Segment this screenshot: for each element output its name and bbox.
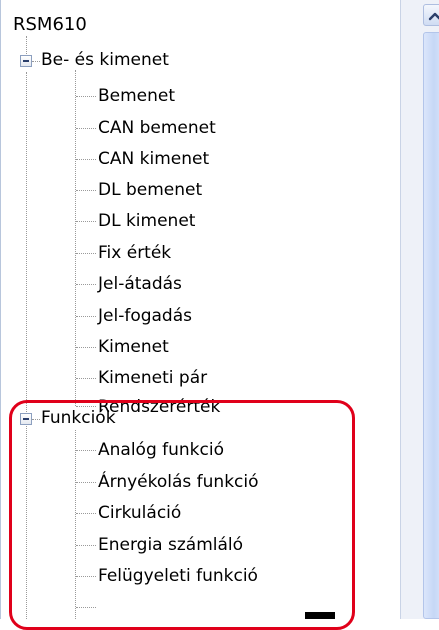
tree-item[interactable]: Kimenet (98, 336, 169, 358)
tree-guide-line (76, 253, 96, 254)
scroll-thumb[interactable] (423, 32, 439, 619)
tree-guide-line (76, 284, 96, 285)
tree-guide-line (76, 316, 96, 317)
tree-item[interactable]: DL bemenet (98, 179, 202, 201)
tree-item[interactable]: CAN kimenet (98, 148, 209, 170)
tree-item[interactable]: Fix érték (98, 242, 171, 264)
tree-item[interactable]: Jel-fogadás (98, 305, 192, 327)
expander-minus-icon[interactable] (20, 55, 32, 67)
tree-root-label[interactable]: RSM610 (13, 14, 87, 36)
tree-guide-line (76, 128, 96, 129)
tree-view[interactable]: RSM610 Be- és kimenet Bemenet CAN bemene… (0, 0, 400, 630)
tree-item[interactable]: Jel-átadás (98, 273, 182, 295)
tree-guide-line (76, 96, 96, 97)
tree-guide-line (76, 190, 96, 191)
scroll-up-button[interactable] (423, 4, 439, 26)
cursor-mark (305, 612, 335, 619)
chevron-up-icon (428, 12, 439, 21)
tree-guide-line (76, 378, 96, 379)
tree-guide-line (32, 61, 40, 62)
tree-group-be-es-kimenet[interactable]: Be- és kimenet (41, 49, 169, 71)
tree-guide-line (26, 72, 27, 416)
tree-item[interactable]: DL kimenet (98, 210, 195, 232)
tree-guide-line (76, 347, 96, 348)
tree-guide-line (75, 70, 76, 406)
tree-guide-line (76, 159, 96, 160)
tree-item[interactable]: CAN bemenet (98, 117, 216, 139)
tree-guide-line (76, 221, 96, 222)
tree-item[interactable]: Kimeneti pár (98, 367, 207, 389)
highlight-annotation (9, 400, 355, 630)
tree-item[interactable]: Bemenet (98, 85, 175, 107)
vertical-scrollbar[interactable] (400, 0, 439, 619)
